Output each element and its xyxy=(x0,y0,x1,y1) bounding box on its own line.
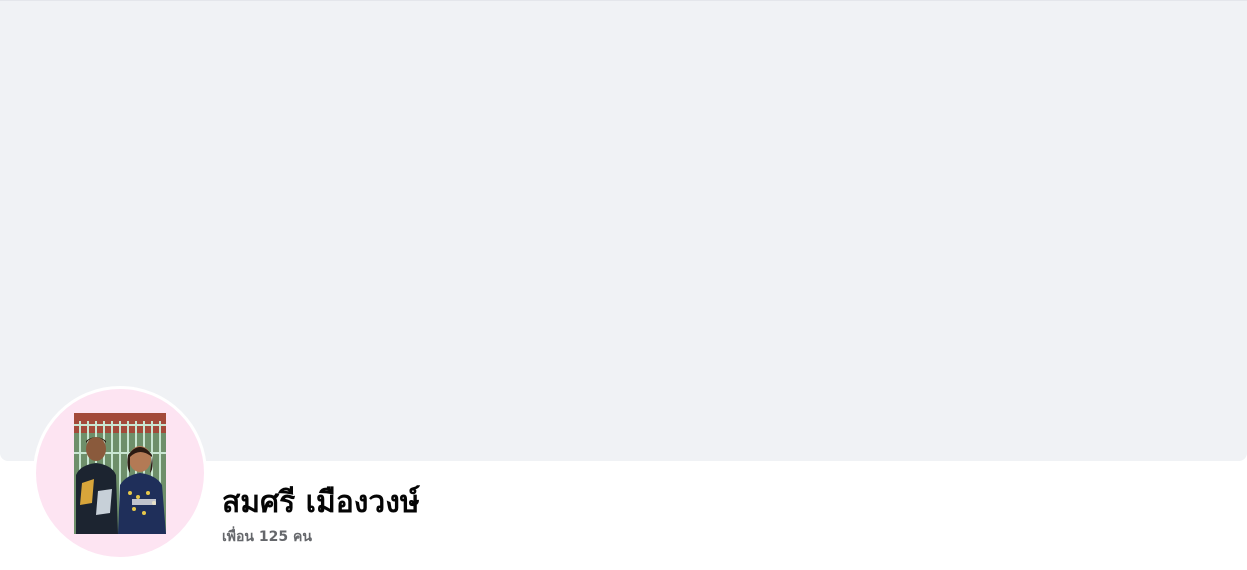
cover-photo-area[interactable] xyxy=(0,0,1247,461)
avatar-frame xyxy=(36,389,204,557)
friends-count-link[interactable]: เพื่อน 125 คน xyxy=(222,527,312,547)
profile-photo xyxy=(74,413,166,534)
profile-name: สมศรี เมืองวงษ์ xyxy=(222,485,420,520)
profile-avatar[interactable] xyxy=(33,386,207,560)
profile-page: สมศรี เมืองวงษ์ เพื่อน 125 คน xyxy=(0,0,1247,570)
